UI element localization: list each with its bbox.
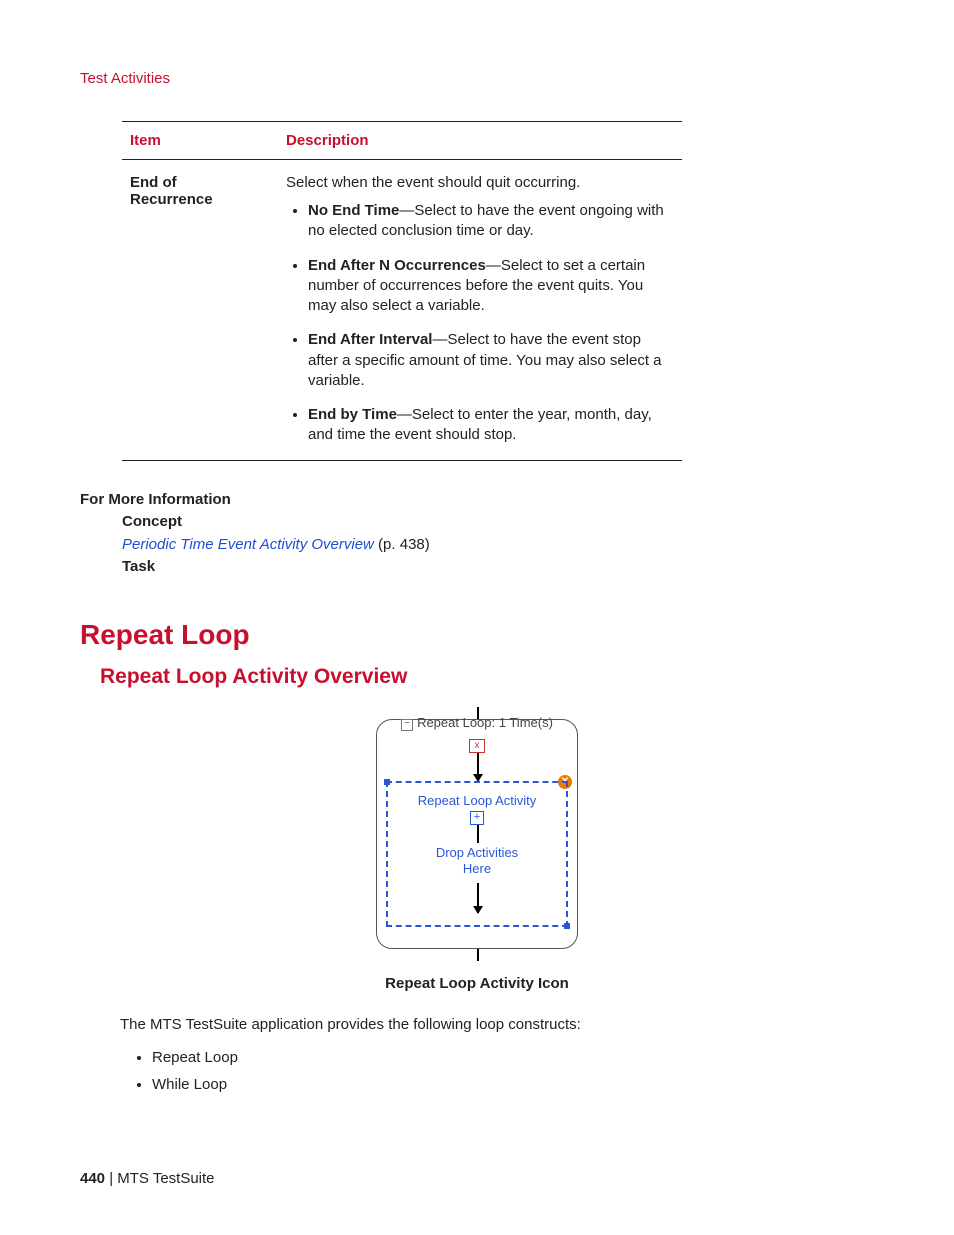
page-number: 440 [80, 1170, 105, 1187]
bullet-strong: End by Time [308, 406, 397, 423]
concept-label: Concept [122, 511, 874, 534]
arrow-down-icon [477, 883, 479, 913]
more-information-block: For More Information Concept Periodic Ti… [80, 489, 874, 579]
item-line2: Recurrence [130, 191, 213, 208]
bullet-strong: No End Time [308, 202, 399, 219]
activity-title-text: Repeat Loop: 1 Time(s) [417, 715, 553, 730]
end-of-recurrence-table: Item Description End of Recurrence Selec… [122, 121, 682, 461]
periodic-time-event-link[interactable]: Periodic Time Event Activity Overview [122, 536, 374, 553]
footer-sep: | [105, 1170, 117, 1187]
page-footer: 440 | MTS TestSuite [80, 1170, 215, 1187]
table-header-description: Description [278, 122, 682, 160]
subsection-heading-overview: Repeat Loop Activity Overview [100, 665, 874, 689]
desc-intro: Select when the event should quit occurr… [286, 174, 674, 191]
list-item: Repeat Loop [152, 1049, 874, 1066]
figure-caption: Repeat Loop Activity Icon [80, 975, 874, 992]
selection-handle-icon [564, 923, 570, 929]
drop-line1: Drop Activities [436, 845, 518, 860]
page-ref: (p. 438) [374, 536, 430, 553]
concept-link-row: Periodic Time Event Activity Overview (p… [122, 534, 874, 557]
list-item: End After Interval—Select to have the ev… [308, 330, 674, 391]
list-item: End After N Occurrences—Select to set a … [308, 256, 674, 317]
drop-zone-label: Drop Activities Here [372, 845, 582, 878]
desc-bullet-list: No End Time—Select to have the event ong… [286, 201, 674, 446]
page-container: Test Activities Item Description End of … [0, 0, 954, 1235]
more-info-heading: For More Information [80, 489, 874, 512]
drop-line2: Here [463, 861, 491, 876]
breadcrumb: Test Activities [80, 70, 874, 87]
task-label: Task [122, 556, 874, 579]
variable-icon: x [469, 739, 485, 753]
activity-card-title: −Repeat Loop: 1 Time(s) [382, 715, 572, 731]
inner-activity-label: Repeat Loop Activity [372, 793, 582, 808]
list-item: End by Time—Select to enter the year, mo… [308, 405, 674, 446]
bullet-strong: End After Interval [308, 331, 432, 348]
expand-icon: + [470, 811, 484, 825]
list-item: No End Time—Select to have the event ong… [308, 201, 674, 242]
collapse-icon: − [401, 719, 413, 731]
repeat-loop-diagram: −Repeat Loop: 1 Time(s) x ✕ Repeat Loop … [372, 707, 582, 961]
bullet-strong: End After N Occurrences [308, 257, 486, 274]
list-item: While Loop [152, 1076, 874, 1093]
cell-description: Select when the event should quit occurr… [278, 160, 682, 461]
table-header-item: Item [122, 122, 278, 160]
arrow-down-icon [477, 753, 479, 781]
connector-line [477, 949, 479, 961]
loop-constructs-list: Repeat Loop While Loop [128, 1049, 874, 1093]
intro-paragraph: The MTS TestSuite application provides t… [120, 1014, 874, 1036]
cell-item: End of Recurrence [122, 160, 278, 461]
item-line1: End of [130, 174, 177, 191]
footer-product: MTS TestSuite [117, 1170, 214, 1187]
selection-handle-icon [384, 779, 390, 785]
connector-line [477, 825, 479, 843]
table-row: End of Recurrence Select when the event … [122, 160, 682, 461]
diagram-container: −Repeat Loop: 1 Time(s) x ✕ Repeat Loop … [80, 707, 874, 965]
section-heading-repeat-loop: Repeat Loop [80, 619, 874, 651]
